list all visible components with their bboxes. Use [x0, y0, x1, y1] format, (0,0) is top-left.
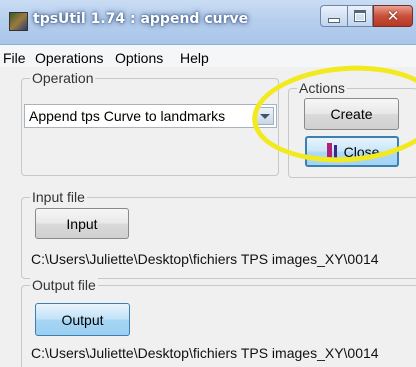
menu-help[interactable]: Help: [180, 50, 209, 66]
input-button-label: Input: [66, 215, 98, 232]
operation-select[interactable]: Append tps Curve to landmarks: [24, 104, 277, 128]
menu-file[interactable]: File: [3, 50, 26, 66]
app-icon[interactable]: [9, 12, 28, 31]
output-button-label: Output: [61, 311, 104, 328]
input-file-path: C:\Users\Juliette\Desktop\fichiers TPS i…: [31, 251, 379, 267]
door-exit-icon: [325, 142, 341, 162]
maximize-icon: [354, 10, 366, 22]
menu-options[interactable]: Options: [115, 50, 163, 66]
output-file-path: C:\Users\Juliette\Desktop\fichiers TPS i…: [31, 345, 379, 361]
input-button[interactable]: Input: [35, 208, 129, 239]
chevron-down-icon[interactable]: [255, 107, 274, 125]
operation-group-label: Operation: [30, 70, 96, 86]
menu-operations[interactable]: Operations: [35, 50, 103, 66]
minimize-button[interactable]: [320, 5, 347, 27]
output-file-group-label: Output file: [30, 277, 98, 293]
input-file-group-label: Input file: [30, 189, 87, 205]
close-button-label: Close: [343, 143, 380, 160]
create-button[interactable]: Create: [304, 98, 399, 130]
operation-select-value: Append tps Curve to landmarks: [29, 108, 226, 124]
actions-group-label: Actions: [297, 80, 347, 96]
create-button-label: Create: [330, 106, 373, 122]
close-button[interactable]: Close: [305, 136, 399, 167]
menu-bar: File Operations Options Help: [0, 45, 416, 67]
close-icon: ✕: [386, 6, 400, 25]
app-window: tpsUtil 1.74 : append curve ✕ File Opera…: [0, 0, 416, 367]
minimize-icon: [328, 17, 340, 23]
output-button[interactable]: Output: [35, 303, 130, 336]
maximize-button[interactable]: [347, 5, 373, 27]
title-bar[interactable]: tpsUtil 1.74 : append curve ✕: [0, 0, 416, 45]
window-title: tpsUtil 1.74 : append curve: [33, 11, 249, 27]
close-window-button[interactable]: ✕: [373, 5, 413, 27]
